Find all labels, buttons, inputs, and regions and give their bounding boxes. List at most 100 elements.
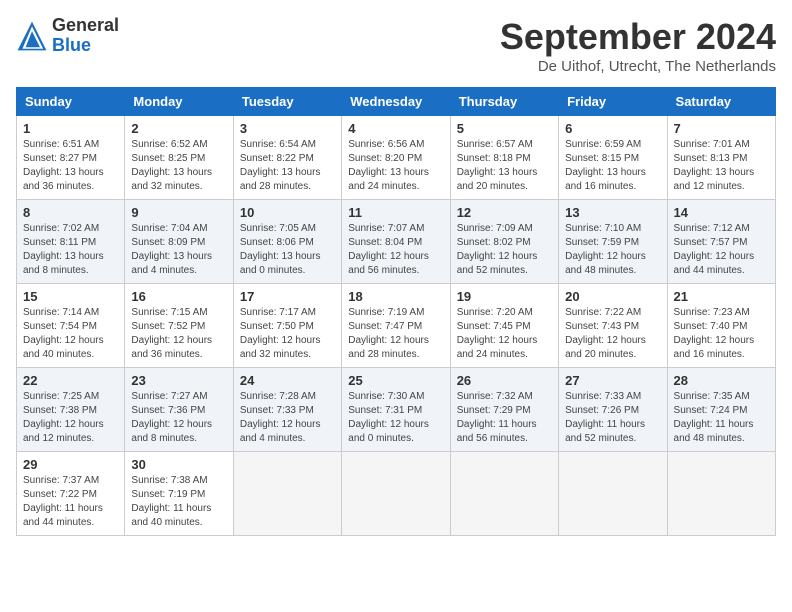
calendar-day-cell: 5 Sunrise: 6:57 AM Sunset: 8:18 PM Daylig… — [450, 116, 558, 200]
calendar-day-cell: 10 Sunrise: 7:05 AM Sunset: 8:06 PM Dayli… — [233, 200, 341, 284]
day-number: 23 — [131, 373, 226, 388]
calendar-day-cell: 7 Sunrise: 7:01 AM Sunset: 8:13 PM Daylig… — [667, 116, 775, 200]
calendar-day-cell: 28Sunrise: 7:35 AM Sunset: 7:24 PM Dayli… — [667, 368, 775, 452]
day-detail: Sunrise: 6:54 AM Sunset: 8:22 PM Dayligh… — [240, 138, 335, 194]
day-detail: Sunrise: 7:02 AM Sunset: 8:11 PM Dayligh… — [23, 222, 118, 278]
day-detail: Sunrise: 7:32 AM Sunset: 7:29 PM Dayligh… — [457, 390, 552, 446]
calendar-day-cell — [667, 452, 775, 536]
calendar-week-row: 15 Sunrise: 7:14 AM Sunset: 7:54 PM Dayli… — [17, 284, 776, 368]
calendar-day-cell: 23 Sunrise: 7:27 AM Sunset: 7:36 PM Dayli… — [125, 368, 233, 452]
day-detail: Sunrise: 6:52 AM Sunset: 8:25 PM Dayligh… — [131, 138, 226, 194]
day-number: 18 — [348, 289, 443, 304]
day-detail: Sunrise: 7:15 AM Sunset: 7:52 PM Dayligh… — [131, 306, 226, 362]
day-detail: Sunrise: 7:20 AM Sunset: 7:45 PM Dayligh… — [457, 306, 552, 362]
day-detail: Sunrise: 7:35 AM Sunset: 7:24 PM Dayligh… — [674, 390, 769, 446]
calendar-day-cell: 1Sunrise: 6:51 AM Sunset: 8:27 PM Daylig… — [17, 116, 125, 200]
logo-text: General Blue — [52, 16, 119, 56]
day-number: 15 — [23, 289, 118, 304]
day-number: 14 — [674, 205, 769, 220]
day-number: 13 — [565, 205, 660, 220]
day-number: 3 — [240, 121, 335, 136]
day-of-week-header: Saturday — [667, 88, 775, 116]
calendar-day-cell: 26Sunrise: 7:32 AM Sunset: 7:29 PM Dayli… — [450, 368, 558, 452]
day-detail: Sunrise: 6:57 AM Sunset: 8:18 PM Dayligh… — [457, 138, 552, 194]
day-detail: Sunrise: 7:37 AM Sunset: 7:22 PM Dayligh… — [23, 474, 118, 530]
calendar-day-cell: 16 Sunrise: 7:15 AM Sunset: 7:52 PM Dayli… — [125, 284, 233, 368]
day-detail: Sunrise: 6:56 AM Sunset: 8:20 PM Dayligh… — [348, 138, 443, 194]
calendar-day-cell — [233, 452, 341, 536]
day-detail: Sunrise: 7:17 AM Sunset: 7:50 PM Dayligh… — [240, 306, 335, 362]
day-number: 5 — [457, 121, 552, 136]
calendar-day-cell: 27 Sunrise: 7:33 AM Sunset: 7:26 PM Dayli… — [559, 368, 667, 452]
calendar-week-row: 8 Sunrise: 7:02 AM Sunset: 8:11 PM Daylig… — [17, 200, 776, 284]
day-detail: Sunrise: 7:14 AM Sunset: 7:54 PM Dayligh… — [23, 306, 118, 362]
day-detail: Sunrise: 7:04 AM Sunset: 8:09 PM Dayligh… — [131, 222, 226, 278]
day-detail: Sunrise: 7:12 AM Sunset: 7:57 PM Dayligh… — [674, 222, 769, 278]
logo: General Blue — [16, 16, 119, 56]
day-number: 27 — [565, 373, 660, 388]
day-number: 7 — [674, 121, 769, 136]
day-detail: Sunrise: 7:05 AM Sunset: 8:06 PM Dayligh… — [240, 222, 335, 278]
calendar-week-row: 22Sunrise: 7:25 AM Sunset: 7:38 PM Dayli… — [17, 368, 776, 452]
day-detail: Sunrise: 7:28 AM Sunset: 7:33 PM Dayligh… — [240, 390, 335, 446]
calendar-day-cell: 19 Sunrise: 7:20 AM Sunset: 7:45 PM Dayli… — [450, 284, 558, 368]
calendar-header-row: SundayMondayTuesdayWednesdayThursdayFrid… — [17, 88, 776, 116]
day-number: 29 — [23, 457, 118, 472]
day-number: 1 — [23, 121, 118, 136]
day-detail: Sunrise: 7:33 AM Sunset: 7:26 PM Dayligh… — [565, 390, 660, 446]
title-section: September 2024 De Uithof, Utrecht, The N… — [500, 16, 776, 75]
calendar-day-cell: 17 Sunrise: 7:17 AM Sunset: 7:50 PM Dayli… — [233, 284, 341, 368]
day-number: 4 — [348, 121, 443, 136]
day-number: 9 — [131, 205, 226, 220]
calendar-day-cell: 29 Sunrise: 7:37 AM Sunset: 7:22 PM Dayli… — [17, 452, 125, 536]
day-number: 16 — [131, 289, 226, 304]
logo-general: General — [52, 16, 119, 36]
day-detail: Sunrise: 6:59 AM Sunset: 8:15 PM Dayligh… — [565, 138, 660, 194]
calendar-day-cell: 2 Sunrise: 6:52 AM Sunset: 8:25 PM Daylig… — [125, 116, 233, 200]
calendar-day-cell — [342, 452, 450, 536]
calendar-day-cell: 18 Sunrise: 7:19 AM Sunset: 7:47 PM Dayli… — [342, 284, 450, 368]
day-of-week-header: Friday — [559, 88, 667, 116]
month-title: September 2024 — [500, 16, 776, 58]
calendar-day-cell: 11Sunrise: 7:07 AM Sunset: 8:04 PM Dayli… — [342, 200, 450, 284]
day-detail: Sunrise: 7:23 AM Sunset: 7:40 PM Dayligh… — [674, 306, 769, 362]
calendar-week-row: 29 Sunrise: 7:37 AM Sunset: 7:22 PM Dayli… — [17, 452, 776, 536]
calendar-day-cell: 20Sunrise: 7:22 AM Sunset: 7:43 PM Dayli… — [559, 284, 667, 368]
calendar-day-cell: 24 Sunrise: 7:28 AM Sunset: 7:33 PM Dayli… — [233, 368, 341, 452]
day-number: 24 — [240, 373, 335, 388]
calendar-day-cell: 9 Sunrise: 7:04 AM Sunset: 8:09 PM Daylig… — [125, 200, 233, 284]
day-of-week-header: Thursday — [450, 88, 558, 116]
day-number: 25 — [348, 373, 443, 388]
calendar-day-cell: 12Sunrise: 7:09 AM Sunset: 8:02 PM Dayli… — [450, 200, 558, 284]
day-detail: Sunrise: 7:38 AM Sunset: 7:19 PM Dayligh… — [131, 474, 226, 530]
day-number: 8 — [23, 205, 118, 220]
day-detail: Sunrise: 7:19 AM Sunset: 7:47 PM Dayligh… — [348, 306, 443, 362]
day-number: 2 — [131, 121, 226, 136]
day-detail: Sunrise: 7:01 AM Sunset: 8:13 PM Dayligh… — [674, 138, 769, 194]
calendar: SundayMondayTuesdayWednesdayThursdayFrid… — [16, 87, 776, 536]
day-number: 19 — [457, 289, 552, 304]
calendar-day-cell: 3 Sunrise: 6:54 AM Sunset: 8:22 PM Daylig… — [233, 116, 341, 200]
day-of-week-header: Tuesday — [233, 88, 341, 116]
logo-icon — [16, 20, 48, 52]
calendar-day-cell: 6 Sunrise: 6:59 AM Sunset: 8:15 PM Daylig… — [559, 116, 667, 200]
day-detail: Sunrise: 7:07 AM Sunset: 8:04 PM Dayligh… — [348, 222, 443, 278]
page-header: General Blue September 2024 De Uithof, U… — [16, 16, 776, 75]
day-number: 20 — [565, 289, 660, 304]
calendar-day-cell: 22Sunrise: 7:25 AM Sunset: 7:38 PM Dayli… — [17, 368, 125, 452]
day-detail: Sunrise: 7:10 AM Sunset: 7:59 PM Dayligh… — [565, 222, 660, 278]
day-detail: Sunrise: 7:30 AM Sunset: 7:31 PM Dayligh… — [348, 390, 443, 446]
day-number: 10 — [240, 205, 335, 220]
calendar-day-cell: 8 Sunrise: 7:02 AM Sunset: 8:11 PM Daylig… — [17, 200, 125, 284]
calendar-day-cell: 4 Sunrise: 6:56 AM Sunset: 8:20 PM Daylig… — [342, 116, 450, 200]
logo-blue: Blue — [52, 36, 119, 56]
day-number: 6 — [565, 121, 660, 136]
day-detail: Sunrise: 7:27 AM Sunset: 7:36 PM Dayligh… — [131, 390, 226, 446]
day-number: 17 — [240, 289, 335, 304]
day-of-week-header: Sunday — [17, 88, 125, 116]
day-number: 30 — [131, 457, 226, 472]
day-of-week-header: Monday — [125, 88, 233, 116]
calendar-day-cell: 30 Sunrise: 7:38 AM Sunset: 7:19 PM Dayli… — [125, 452, 233, 536]
day-number: 21 — [674, 289, 769, 304]
day-number: 22 — [23, 373, 118, 388]
